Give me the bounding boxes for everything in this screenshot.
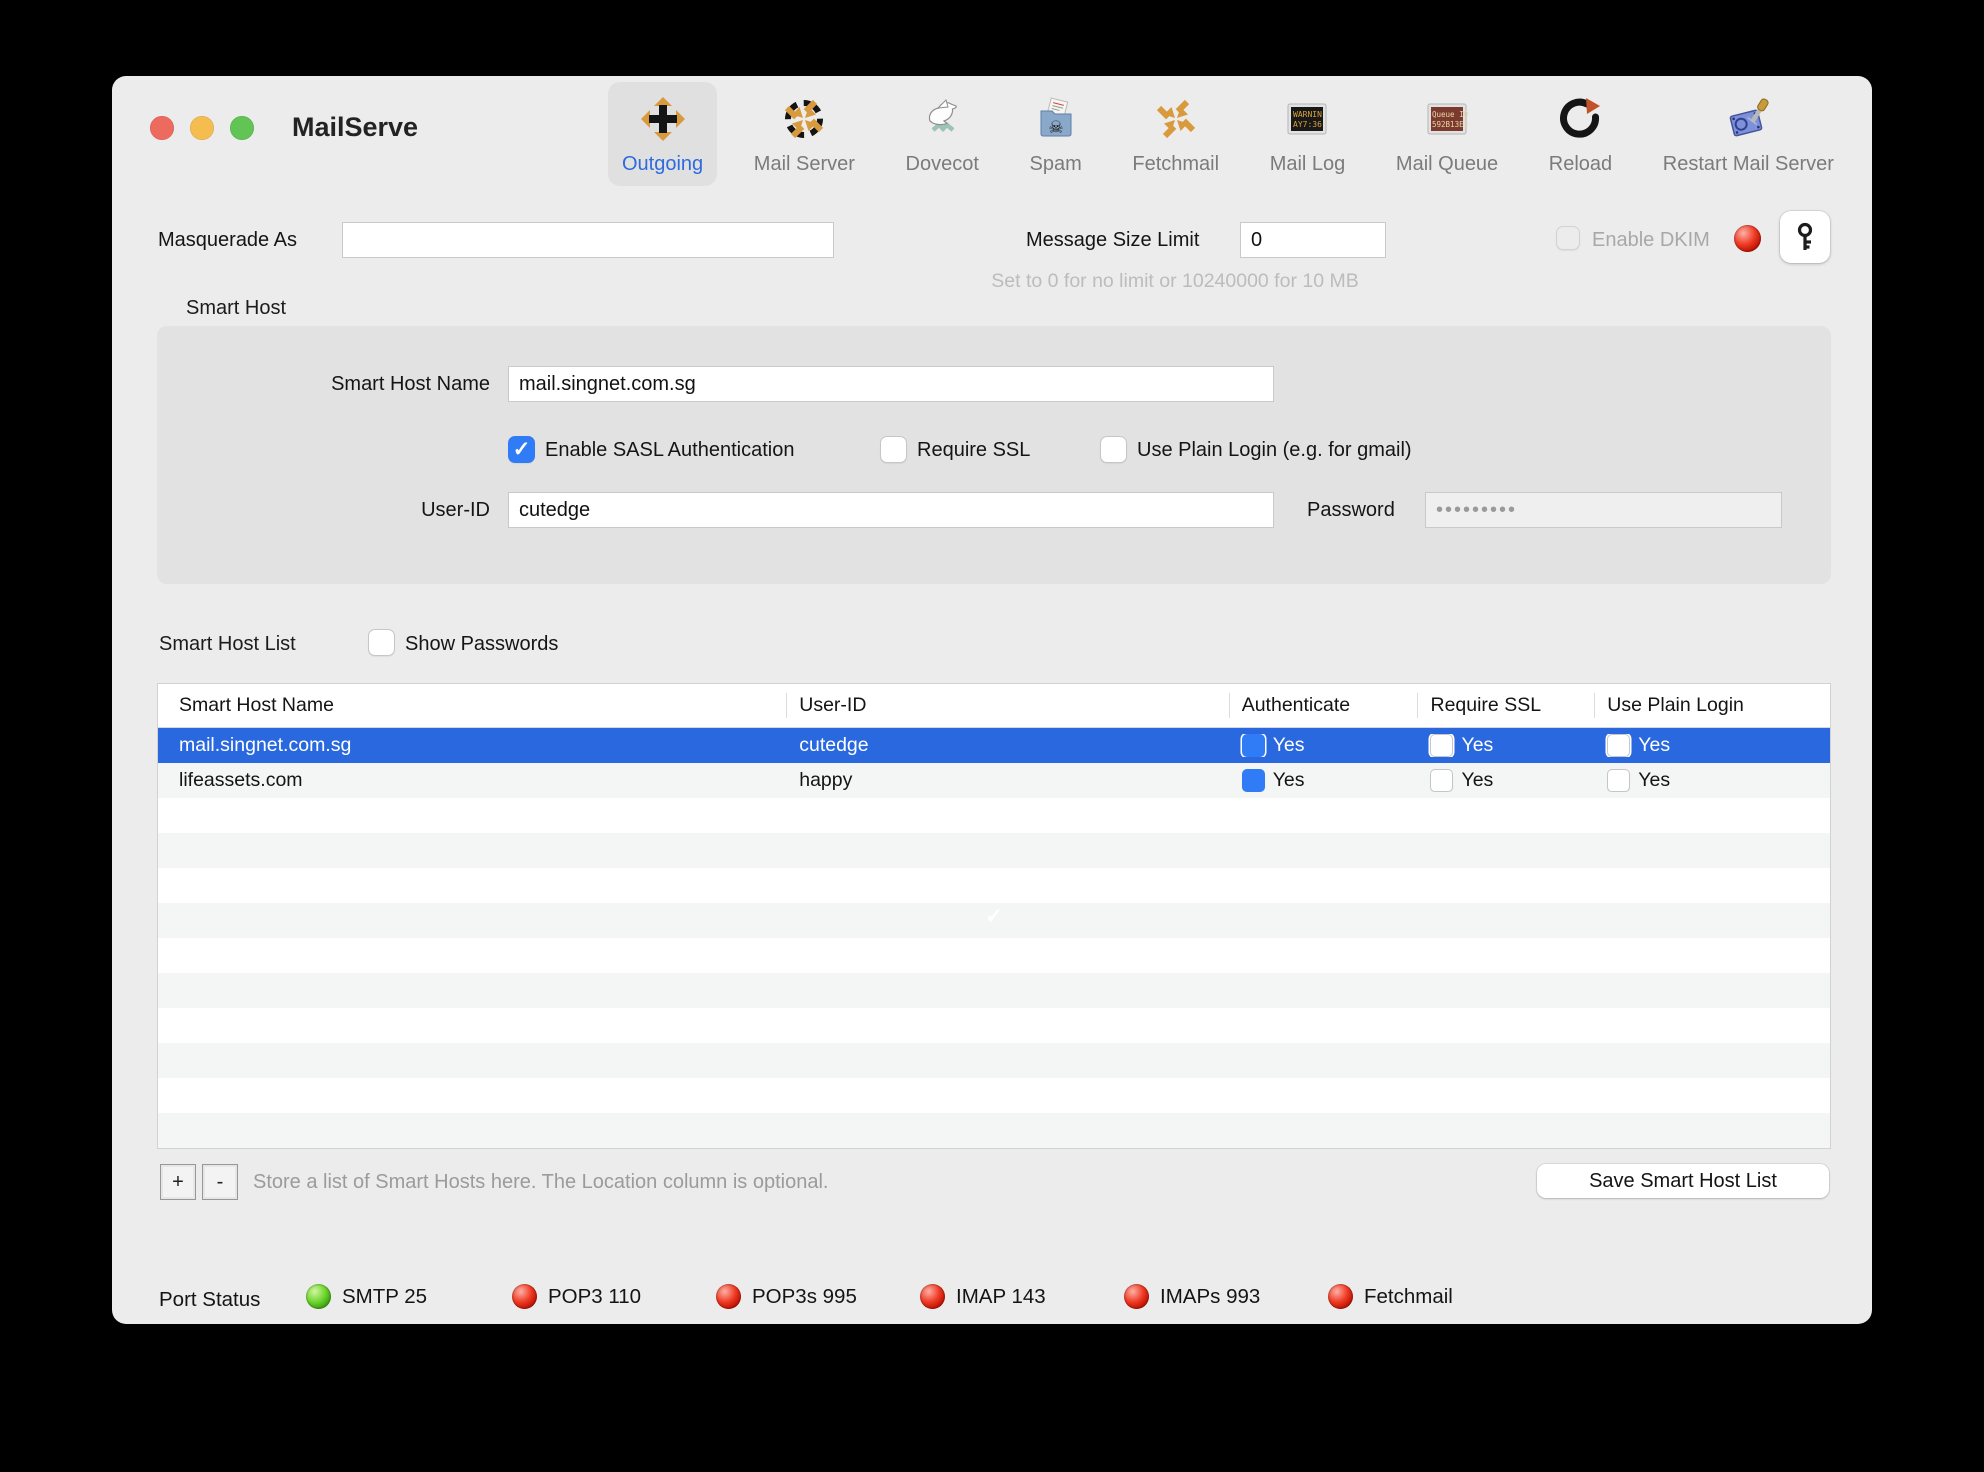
reload-icon xyxy=(1556,94,1604,144)
toolbar-item-dovecot[interactable]: Dovecot xyxy=(892,82,993,186)
message-size-limit-label: Message Size Limit xyxy=(1026,229,1199,252)
smtp-status-led xyxy=(306,1284,331,1309)
smart-host-groupbox: Smart Host Name Enable SASL Authenticati… xyxy=(157,326,1831,584)
fetchmail-status-led xyxy=(1328,1284,1353,1309)
show-passwords-label: Show Passwords xyxy=(405,633,558,656)
dkim-key-button[interactable] xyxy=(1780,211,1830,263)
pop3-status-led xyxy=(512,1284,537,1309)
svg-text:AY7:36: AY7:36 xyxy=(1293,120,1322,129)
enable-dkim-label: Enable DKIM xyxy=(1592,229,1710,252)
toolbar-item-reload[interactable]: Reload xyxy=(1535,82,1626,186)
port-status-label: Port Status xyxy=(159,1288,260,1312)
use-plain-login-label: Use Plain Login (e.g. for gmail) xyxy=(1137,439,1412,462)
password-input[interactable] xyxy=(1425,492,1782,528)
toolbar-label: Mail Server xyxy=(754,153,855,176)
add-row-button[interactable]: + xyxy=(160,1164,196,1200)
user-id-input[interactable] xyxy=(508,492,1274,528)
smart-host-name-label: Smart Host Name xyxy=(217,373,490,396)
port-entry-pop3: POP3 110 xyxy=(512,1284,641,1309)
zoom-window-button[interactable] xyxy=(230,116,254,140)
port-name: SMTP 25 xyxy=(342,1285,427,1309)
key-icon xyxy=(1792,221,1818,253)
toolbar-label: Outgoing xyxy=(622,153,703,176)
toolbar-label: Mail Log xyxy=(1270,153,1346,176)
svg-text:592B13E3: 592B13E3 xyxy=(1432,120,1468,129)
enable-sasl-label: Enable SASL Authentication xyxy=(545,439,794,462)
pop3s-status-led xyxy=(716,1284,741,1309)
port-name: POP3s 995 xyxy=(752,1285,857,1309)
save-smart-host-list-button[interactable]: Save Smart Host List xyxy=(1537,1164,1829,1198)
require-ssl-checkbox[interactable] xyxy=(880,436,907,463)
toolbar-item-restart-mail-server[interactable]: Restart Mail Server xyxy=(1649,82,1848,186)
svg-text:WARNIN: WARNIN xyxy=(1293,110,1322,119)
mail-server-icon xyxy=(780,94,828,144)
user-id-label: User-ID xyxy=(217,499,490,522)
toolbar-item-outgoing[interactable]: Outgoing xyxy=(608,82,717,186)
imaps-status-led xyxy=(1124,1284,1149,1309)
toolbar-label: Dovecot xyxy=(906,153,979,176)
toolbar-label: Spam xyxy=(1030,153,1082,176)
toolbar-label: Restart Mail Server xyxy=(1663,153,1834,176)
enable-sasl-checkbox[interactable] xyxy=(508,436,535,463)
message-size-limit-help: Set to 0 for no limit or 10240000 for 10… xyxy=(952,270,1398,293)
dove-icon xyxy=(918,94,966,144)
toolbar-item-mail-queue[interactable]: Queue ID 592B13E3 Mail Queue xyxy=(1382,82,1512,186)
toolbar: Outgoing Mail Server xyxy=(608,82,1848,204)
restart-mail-server-icon xyxy=(1724,94,1772,144)
port-entry-pop3s: POP3s 995 xyxy=(716,1284,857,1309)
smart-host-section-label: Smart Host xyxy=(186,297,286,320)
fetchmail-arrows-icon xyxy=(1152,94,1200,144)
port-entry-smtp: SMTP 25 xyxy=(306,1284,427,1309)
svg-text:Queue ID: Queue ID xyxy=(1432,110,1469,119)
toolbar-label: Fetchmail xyxy=(1132,153,1219,176)
masquerade-as-label: Masquerade As xyxy=(158,229,297,252)
imap-status-led xyxy=(920,1284,945,1309)
app-title: MailServe xyxy=(292,112,418,143)
toolbar-item-mail-server[interactable]: Mail Server xyxy=(740,82,869,186)
toolbar-item-mail-log[interactable]: WARNIN AY7:36 Mail Log xyxy=(1256,82,1360,186)
port-name: POP3 110 xyxy=(548,1285,641,1309)
port-entry-imaps: IMAPs 993 xyxy=(1124,1284,1260,1309)
message-size-limit-input[interactable] xyxy=(1240,222,1386,258)
toolbar-item-fetchmail[interactable]: Fetchmail xyxy=(1118,82,1233,186)
masquerade-as-input[interactable] xyxy=(342,222,834,258)
show-passwords-checkbox[interactable] xyxy=(368,629,395,656)
table-row[interactable]: lifeassets.com happy Yes Yes Yes xyxy=(158,763,1830,798)
toolbar-item-spam[interactable]: ☠ Spam xyxy=(1016,82,1096,186)
port-name: IMAP 143 xyxy=(956,1285,1046,1309)
port-entry-fetchmail: Fetchmail xyxy=(1328,1284,1453,1309)
minimize-window-button[interactable] xyxy=(190,116,214,140)
password-label: Password xyxy=(1307,499,1395,522)
smart-host-name-input[interactable] xyxy=(508,366,1274,402)
toolbar-label: Reload xyxy=(1549,153,1612,176)
port-entry-imap: IMAP 143 xyxy=(920,1284,1046,1309)
mail-log-screen-icon: WARNIN AY7:36 xyxy=(1283,94,1331,144)
require-ssl-label: Require SSL xyxy=(917,439,1030,462)
close-window-button[interactable] xyxy=(150,116,174,140)
toolbar-label: Mail Queue xyxy=(1396,153,1498,176)
outgoing-arrows-icon xyxy=(639,94,687,144)
smart-host-list-label: Smart Host List xyxy=(159,633,296,656)
authenticate-checkbox[interactable] xyxy=(1242,769,1265,792)
port-name: IMAPs 993 xyxy=(1160,1285,1260,1309)
smart-host-table: Smart Host Name User-ID Authenticate Req… xyxy=(157,683,1831,1149)
enable-dkim-checkbox[interactable] xyxy=(1556,226,1580,250)
mail-queue-screen-icon: Queue ID 592B13E3 xyxy=(1423,94,1471,144)
spam-folder-icon: ☠ xyxy=(1032,94,1080,144)
dkim-status-led xyxy=(1734,225,1761,252)
port-name: Fetchmail xyxy=(1364,1285,1453,1309)
smart-host-list-note: Store a list of Smart Hosts here. The Lo… xyxy=(253,1171,828,1194)
mailserve-window: MailServe Outgoing xyxy=(112,76,1872,1324)
svg-text:☠: ☠ xyxy=(1048,118,1063,137)
remove-row-button[interactable]: - xyxy=(202,1164,238,1200)
use-plain-login-checkbox[interactable] xyxy=(1100,436,1127,463)
